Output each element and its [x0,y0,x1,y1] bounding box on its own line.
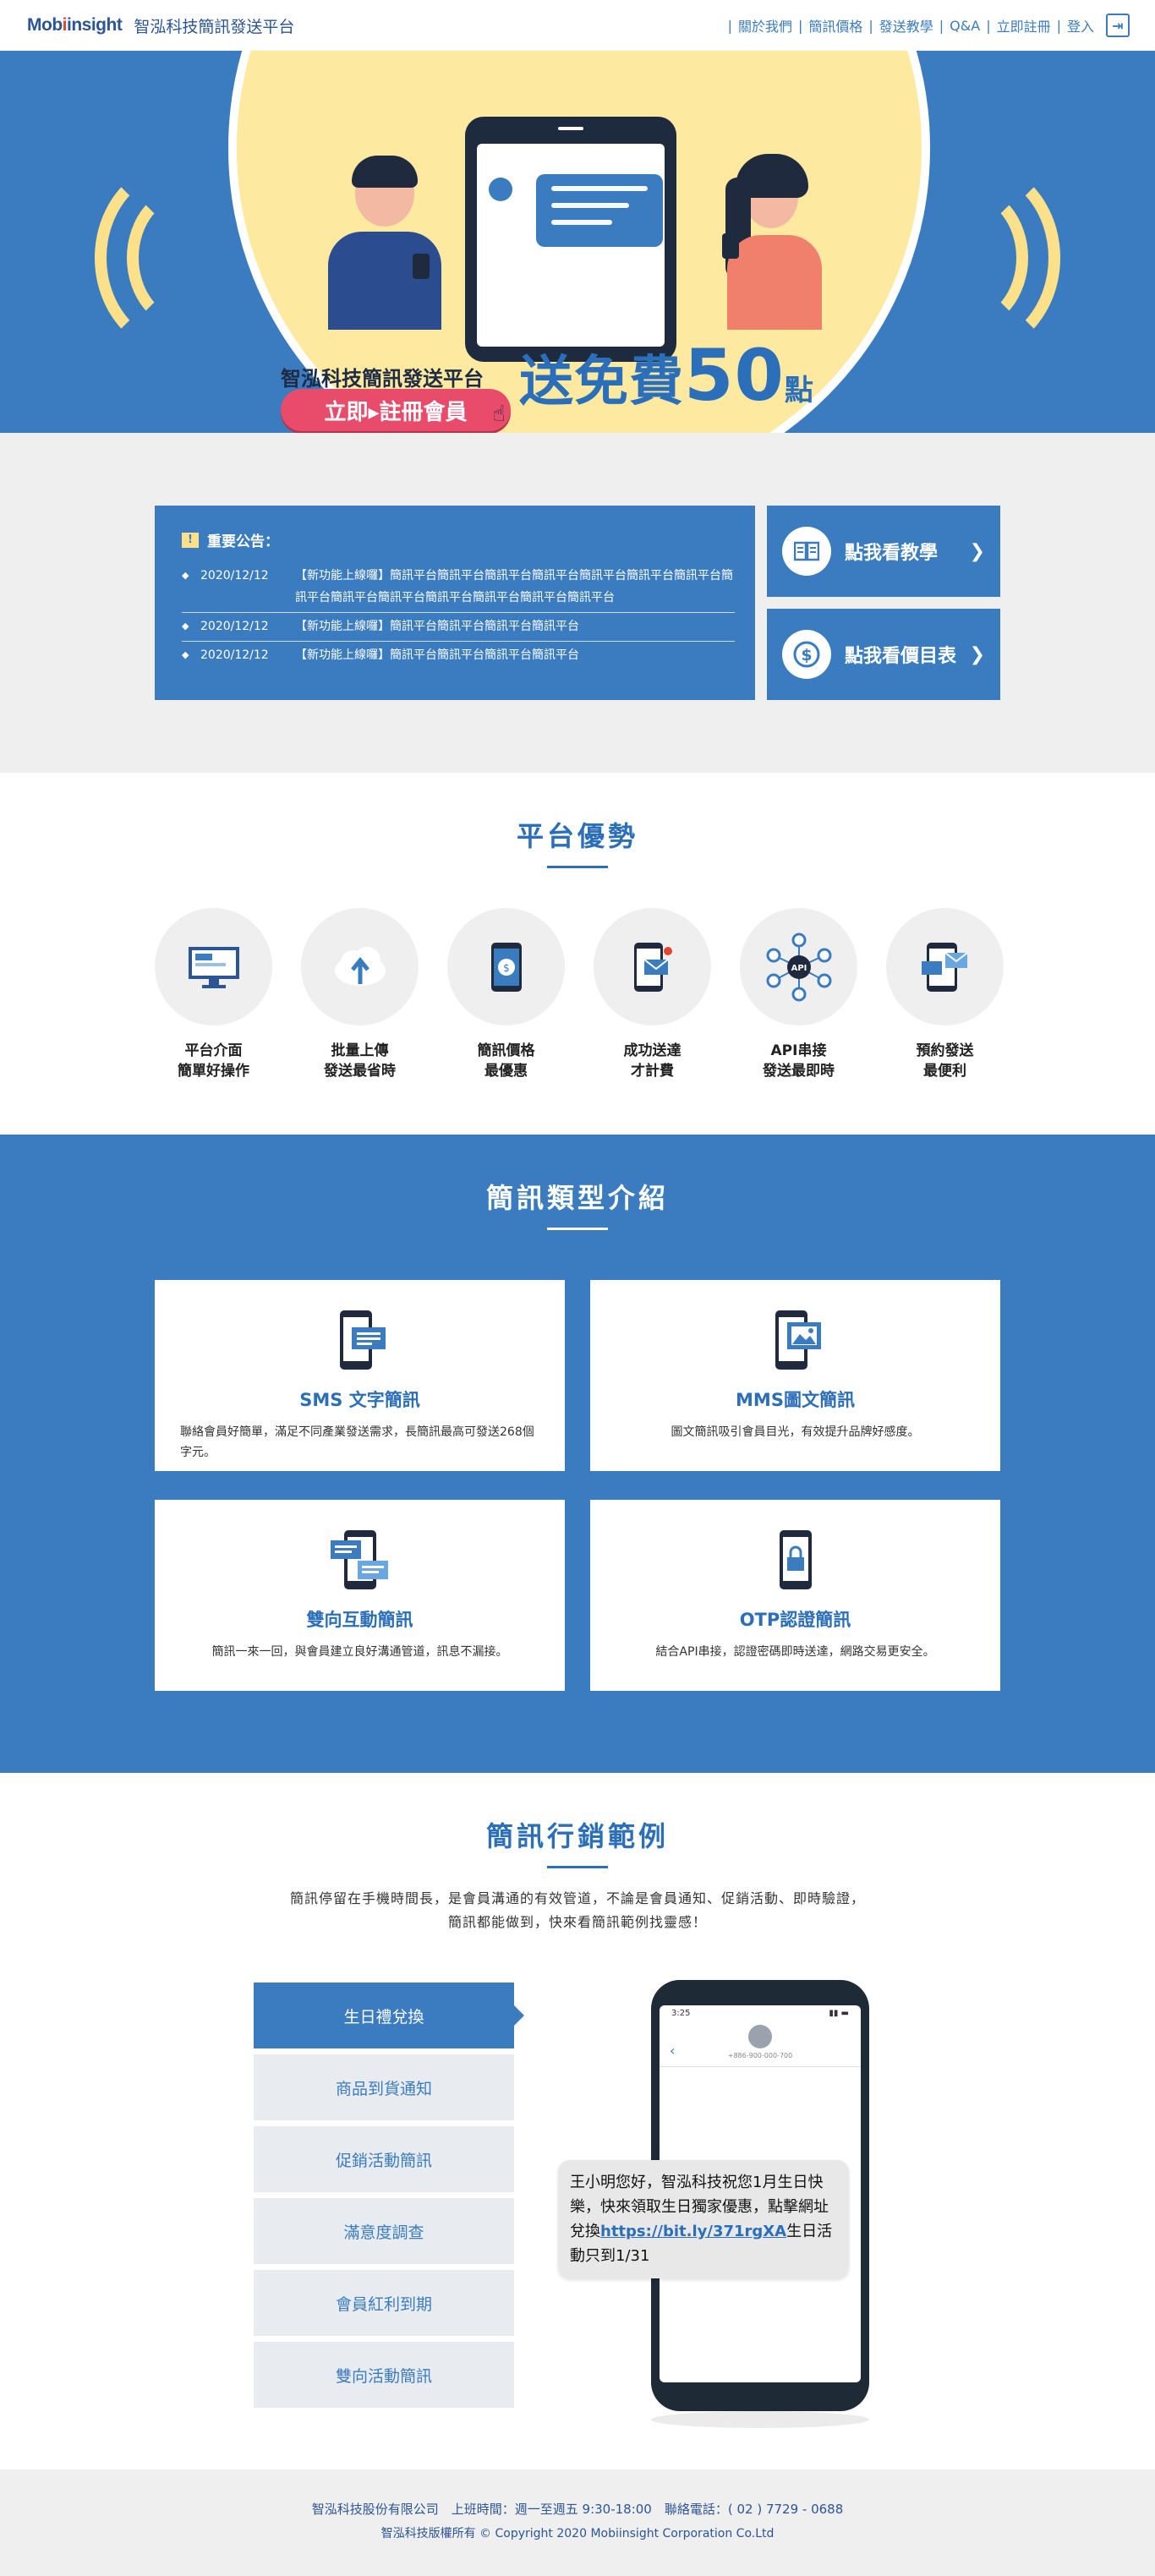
tab-satisfaction-survey[interactable]: 滿意度調查 [254,2198,514,2264]
api-network-icon: API [740,908,857,1025]
notice-section: ! 重要公告： ◆ 2020/12/12 【新功能上線囉】簡訊平台簡訊平台簡訊平… [0,433,1155,773]
hero-offer: 送免費50點 [519,334,814,417]
footer-copyright: 智泓科技版權所有 © Copyright 2020 Mobiinsight Co… [380,2527,775,2540]
tab-promotion[interactable]: 促銷活動簡訊 [254,2126,514,2192]
notice-item[interactable]: ◆ 2020/12/12 【新功能上線囉】簡訊平台簡訊平台簡訊平台簡訊平台簡訊平… [182,562,735,613]
notice-item[interactable]: ◆ 2020/12/12 【新功能上線囉】簡訊平台簡訊平台簡訊平台簡訊平台 [182,613,735,642]
signal-battery-icon: ▮▮ ▬ [829,2009,849,2018]
site-header: Mobiinsight 智泓科技簡訊發送平台 | 關於我們 | 簡訊價格 | 發… [0,0,1155,51]
cloud-upload-icon [301,908,419,1025]
woman-illustration [702,154,829,330]
sms-types-section: 簡訊類型介紹 SMS 文字簡訊 聯絡會員好簡單，滿足不同產業發送需求，長簡訊最高… [0,1135,1155,1773]
example-message-bubble: 王小明您好，智泓科技祝您1月生日快樂，快來領取生日獨家優惠，點擊網址兌換http… [558,2160,849,2278]
advantage-item: API API串接 發送最即時 [740,908,857,1081]
chevron-right-icon: ❯ [969,643,985,665]
chevron-right-icon: ❯ [969,540,985,562]
man-illustration [321,156,448,330]
advantage-item: 平台介面 簡單好操作 [155,908,272,1081]
diamond-bullet-icon: ◆ [182,621,189,632]
svg-text:$: $ [503,962,510,974]
mms-phone-icon [590,1309,1000,1375]
site-footer: 智泓科技股份有限公司 上班時間：週一至週五 9:30-18:00 聯絡電話：( … [0,2469,1155,2576]
login-icon[interactable]: ⇥ [1106,14,1130,37]
tutorial-button[interactable]: 點我看教學 ❯ [767,506,1000,597]
avatar [748,2025,772,2048]
chat-phone-icon [155,1529,565,1594]
tab-two-way-campaign[interactable]: 雙向活動簡訊 [254,2342,514,2408]
phone-number: +886-900-000-700 [727,2052,793,2059]
notice-item[interactable]: ◆ 2020/12/12 【新功能上線囉】簡訊平台簡訊平台簡訊平台簡訊平台 [182,642,735,670]
examples-section: 簡訊行銷範例 簡訊停留在手機時間長，是會員溝通的有效管道，不論是會員通知、促銷活… [0,1773,1155,2469]
lock-phone-icon [590,1529,1000,1594]
site-title: 智泓科技簡訊發送平台 [134,17,295,36]
pointer-hand-icon: ☝ [492,402,506,427]
logo[interactable]: Mobiinsight [27,15,123,36]
brand[interactable]: Mobiinsight 智泓科技簡訊發送平台 [27,14,294,37]
advantage-item: 成功送達 才計費 [594,908,711,1081]
advantages-title: 平台優勢 [516,820,638,852]
hero-tagline: 智泓科技簡訊發送平台 [281,367,484,391]
diamond-bullet-icon: ◆ [182,649,189,660]
svg-text:$: $ [801,646,812,665]
advantage-item: $ 簡訊價格 最優惠 [447,908,565,1081]
sms-type-card[interactable]: SMS 文字簡訊 聯絡會員好簡單，滿足不同產業發送需求，長簡訊最高可發送268個… [155,1280,565,1471]
notice-board: ! 重要公告： ◆ 2020/12/12 【新功能上線囉】簡訊平台簡訊平台簡訊平… [155,506,755,700]
footer-company-info: 智泓科技股份有限公司 上班時間：週一至週五 9:30-18:00 聯絡電話：( … [311,2502,844,2517]
svg-text:API: API [791,964,807,973]
nav-tutorial[interactable]: 發送教學 [879,15,933,36]
monitor-icon [155,908,272,1025]
two-way-type-card[interactable]: 雙向互動簡訊 簡訊一來一回，與會員建立良好溝通管道，訊息不漏接。 [155,1500,565,1691]
sms-phone-icon [155,1309,565,1375]
advantage-item: 預約發送 最便利 [886,908,1004,1081]
nav-about[interactable]: 關於我們 [738,15,792,36]
hero-banner: 智泓科技簡訊發送平台 立即▸註冊會員 ☝ 送免費50點 [0,51,1155,433]
advantages-section: 平台優勢 平台介面 簡單好操作 批量上傳 發送最省時 $ 簡訊價格 最優惠 成功送達才… [0,773,1155,1135]
diamond-bullet-icon: ◆ [182,570,189,581]
examples-intro: 簡訊停留在手機時間長，是會員溝通的有效管道，不論是會員通知、促銷活動、即時驗證，… [289,1890,865,1930]
sms-types-title: 簡訊類型介紹 [485,1182,669,1214]
advantage-item: 批量上傳 發送最省時 [301,908,419,1081]
otp-type-card[interactable]: OTP認證簡訊 結合API串接，認證密碼即時送達，網路交易更安全。 [590,1500,1000,1691]
example-tabs: 生日禮兌換 商品到貨通知 促銷活動簡訊 滿意度調查 會員紅利到期 雙向活動簡訊 [254,1983,524,2414]
message-link[interactable]: https://bit.ly/371rgXA [600,2223,786,2240]
examples-title: 簡訊行銷範例 [485,1820,669,1852]
back-chevron-icon: ‹ [670,2043,676,2059]
phone-schedule-icon [886,908,1004,1025]
tab-bonus-expiry[interactable]: 會員紅利到期 [254,2270,514,2336]
main-nav: | 關於我們 | 簡訊價格 | 發送教學 | Q&A | 立即註冊 | 登入 ⇥ [722,14,1130,37]
nav-login[interactable]: 登入 [1067,15,1094,36]
tab-birthday-gift[interactable]: 生日禮兌換 [254,1983,524,2048]
advantages-list: 平台介面 簡單好操作 批量上傳 發送最省時 $ 簡訊價格 最優惠 成功送達 才計費 AP… [155,908,1004,1081]
phone-coin-icon: $ [447,908,565,1025]
hero-phone-illustration [465,117,676,362]
book-icon [782,527,831,576]
phone-mail-icon [594,908,711,1025]
nav-pricing[interactable]: 簡訊價格 [808,15,862,36]
dollar-icon: $ [782,630,831,679]
alert-icon: ! [182,532,199,548]
mms-type-card[interactable]: MMS圖文簡訊 圖文簡訊吸引會員目光，有效提升品牌好感度。 [590,1280,1000,1471]
nav-qa[interactable]: Q&A [950,18,980,34]
phone-time: 3:25 [671,2009,691,2018]
nav-register[interactable]: 立即註冊 [997,15,1051,36]
price-list-button[interactable]: $ 點我看價目表 ❯ [767,609,1000,700]
notice-title: 重要公告： [207,533,279,550]
tab-arrival-notice[interactable]: 商品到貨通知 [254,2054,514,2120]
register-cta-button[interactable]: 立即▸註冊會員 [281,389,511,431]
